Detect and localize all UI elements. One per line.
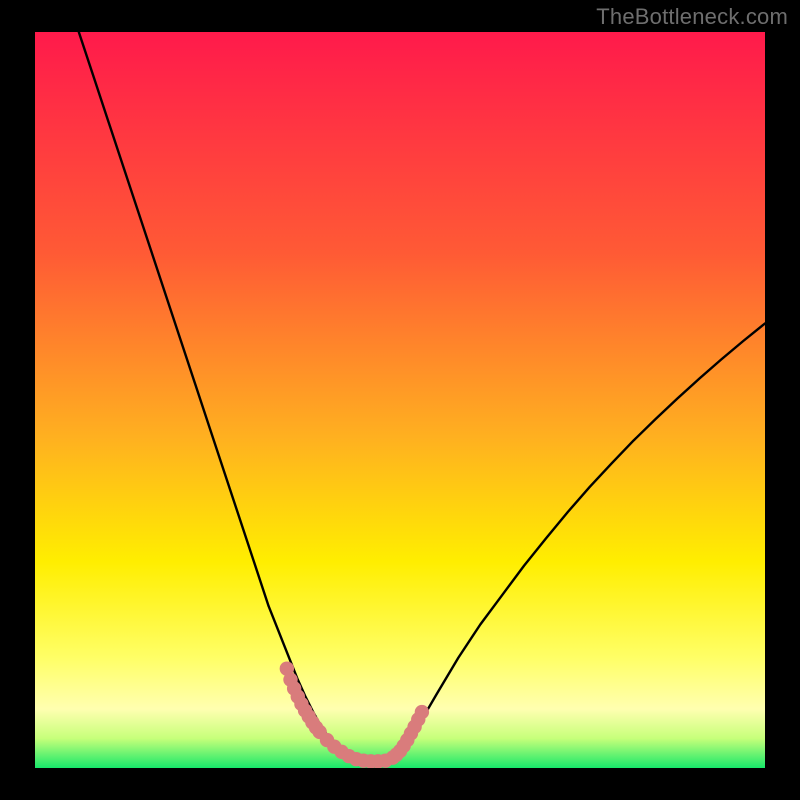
gradient-panel bbox=[35, 32, 765, 768]
marker-dot bbox=[415, 705, 429, 719]
watermark-text: TheBottleneck.com bbox=[596, 4, 788, 30]
bottleneck-chart bbox=[35, 32, 765, 768]
app-frame: TheBottleneck.com bbox=[0, 0, 800, 800]
